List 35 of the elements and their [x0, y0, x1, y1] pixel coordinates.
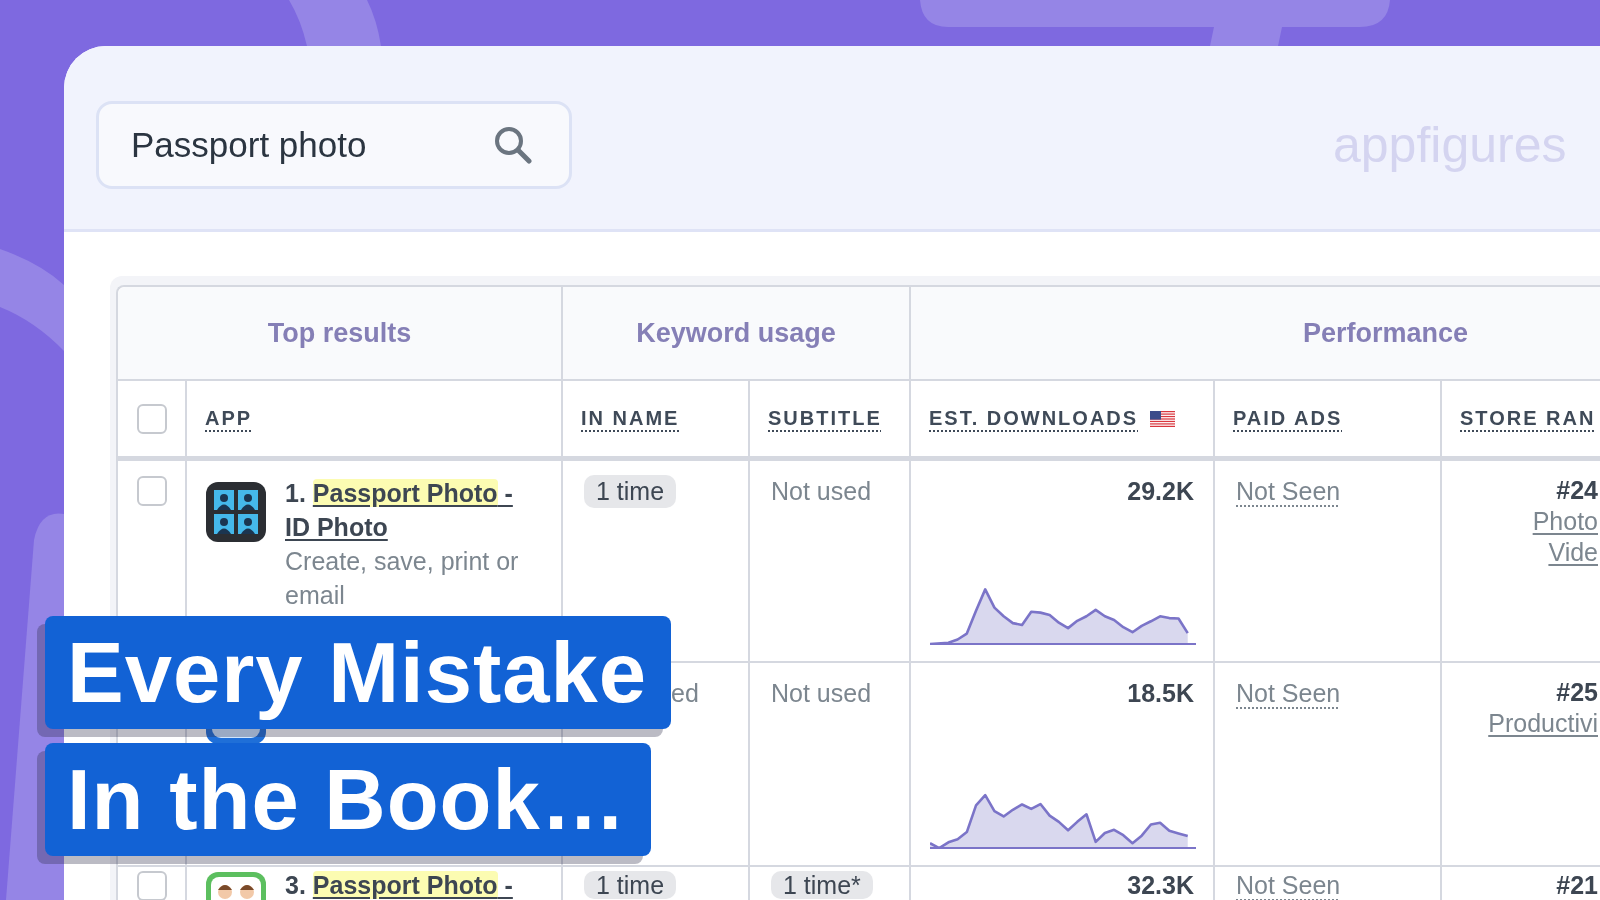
store-rank: #24 — [1556, 475, 1598, 506]
search-icon[interactable] — [494, 126, 532, 164]
usage-badge: 1 time — [584, 475, 677, 508]
paid-ads-status: Not Seen — [1236, 476, 1341, 507]
usage-text: Not used — [771, 678, 872, 709]
row-checkbox[interactable] — [136, 476, 167, 506]
select-all-checkbox[interactable] — [136, 403, 167, 434]
paid-ads-status: Not Seen — [1236, 678, 1341, 709]
column-header[interactable]: PAID ADS — [1233, 407, 1343, 430]
downloads-value: 29.2K — [1127, 476, 1194, 507]
downloads-value: 18.5K — [1127, 678, 1194, 709]
column-header[interactable]: SUBTITLE — [768, 407, 882, 430]
category-link[interactable]: Photo — [1532, 506, 1598, 537]
portrait-grid-icon — [206, 482, 266, 542]
paid-ads-status: Not Seen — [1236, 871, 1341, 899]
column-header[interactable]: APP — [205, 407, 253, 430]
usage-text: ed — [671, 678, 699, 709]
column-group-header: Keyword usage — [636, 317, 836, 349]
column-group-header: Performance — [1302, 317, 1469, 349]
store-rank: #21 — [1556, 871, 1598, 899]
search-field[interactable]: Passport photo — [96, 101, 572, 189]
store-rank: #25 — [1556, 677, 1598, 708]
column-header[interactable]: STORE RAN — [1460, 407, 1596, 430]
usage-text: Not used — [771, 476, 872, 507]
column-group-header: Top results — [267, 317, 412, 349]
downloads-value: 32.3K — [1127, 871, 1194, 899]
category-link[interactable]: Productivi — [1488, 708, 1598, 739]
category-link[interactable]: Vide — [1548, 537, 1598, 568]
row-checkbox[interactable] — [136, 871, 167, 900]
app-description: Create, save, print or email — [285, 546, 520, 611]
usage-badge: 1 time* — [771, 871, 873, 899]
column-header[interactable]: IN NAME — [581, 407, 680, 430]
usage-badge: 1 time — [584, 871, 677, 899]
column-header[interactable]: EST. DOWNLOADS — [929, 407, 1139, 430]
app-name-link[interactable]: 1. Passport Photo - ID Photo — [285, 476, 537, 544]
